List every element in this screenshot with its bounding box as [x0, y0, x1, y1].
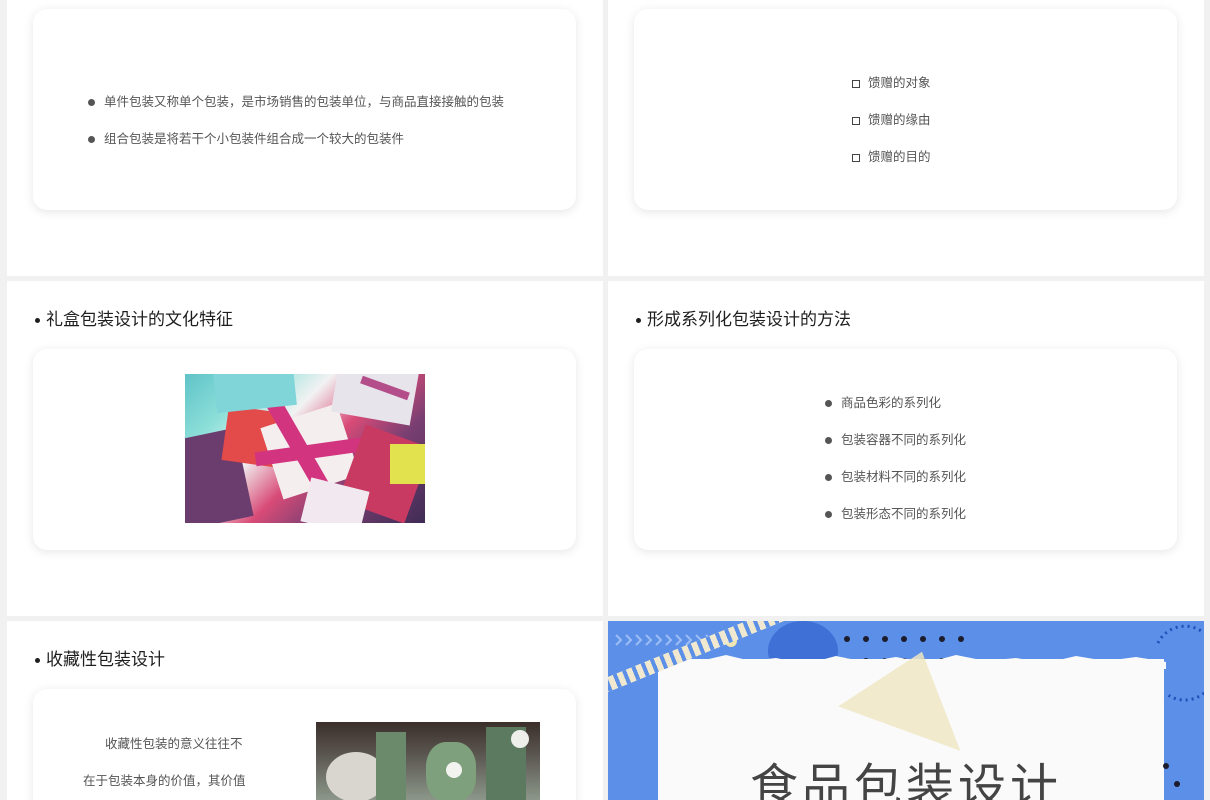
bullet-dot-icon — [825, 474, 832, 481]
bullet-item: 包装形态不同的系列化 — [825, 503, 966, 522]
content-card: 商品色彩的系列化 包装容器不同的系列化 包装材料不同的系列化 包装形态不同的系列… — [634, 349, 1177, 550]
bullet-item: 单件包装又称单个包装，是市场销售的包装单位，与商品直接接触的包装 — [88, 91, 504, 110]
content-card: 单件包装又称单个包装，是市场销售的包装单位，与商品直接接触的包装 组合包装是将若… — [33, 9, 576, 210]
bullet-dot-icon — [825, 400, 832, 407]
checkbox-square-icon — [852, 116, 860, 125]
bullet-text: 组合包装是将若干个小包装件组合成一个较大的包装件 — [104, 131, 405, 146]
bullet-text: 商品色彩的系列化 — [841, 395, 942, 410]
slide-gift-factors[interactable]: 馈赠的对象 馈赠的缘由 馈赠的目的 — [608, 0, 1204, 276]
bullet-text: 馈赠的对象 — [868, 75, 931, 90]
slide-collectible-packaging[interactable]: 收藏性包装设计 收藏性包装的意义往往不 在于包装本身的价值，其价值 — [7, 621, 603, 800]
bullet-text: 单件包装又称单个包装，是市场销售的包装单位，与商品直接接触的包装 — [104, 94, 505, 109]
bullet-text: 包装形态不同的系列化 — [841, 506, 967, 521]
slide-gift-box-culture[interactable]: 礼盒包装设计的文化特征 — [7, 281, 603, 616]
bullet-item: 馈赠的目的 — [852, 146, 931, 165]
gift-boxes-photo — [185, 374, 425, 523]
heading-bullet-icon — [35, 657, 40, 663]
bullet-dot-icon — [88, 99, 95, 106]
bullet-dot-icon — [825, 511, 832, 518]
checkbox-square-icon — [852, 79, 860, 88]
bullet-text: 包装容器不同的系列化 — [841, 432, 967, 447]
slide-heading: 收藏性包装设计 — [35, 645, 165, 670]
paragraph-line: 在于包装本身的价值，其价值 — [83, 773, 246, 788]
paragraph-line: 收藏性包装的意义往往不 — [105, 736, 243, 751]
slide-packaging-types[interactable]: 单件包装又称单个包装，是市场销售的包装单位，与商品直接接触的包装 组合包装是将若… — [7, 0, 603, 276]
bullet-item: 商品色彩的系列化 — [825, 392, 941, 411]
bullet-dot-icon — [88, 136, 95, 143]
bullet-item: 组合包装是将若干个小包装件组合成一个较大的包装件 — [88, 128, 404, 147]
heading-bullet-icon — [636, 317, 641, 323]
heading-text: 礼盒包装设计的文化特征 — [46, 310, 233, 330]
bullet-item: 馈赠的缘由 — [852, 109, 931, 128]
bullet-item: 馈赠的对象 — [852, 72, 931, 91]
slide-heading: 礼盒包装设计的文化特征 — [35, 305, 233, 330]
bullet-item: 包装材料不同的系列化 — [825, 466, 966, 485]
slide-series-methods[interactable]: 形成系列化包装设计的方法 商品色彩的系列化 包装容器不同的系列化 包装材料不同的… — [608, 281, 1204, 616]
checkbox-square-icon — [852, 153, 860, 162]
bullet-text: 馈赠的缘由 — [868, 112, 931, 127]
slide-heading: 形成系列化包装设计的方法 — [636, 305, 851, 330]
bullet-text: 包装材料不同的系列化 — [841, 469, 967, 484]
heading-bullet-icon — [35, 317, 40, 323]
flowers-photo — [316, 722, 540, 800]
bullet-dot-icon — [825, 437, 832, 444]
bullet-text: 馈赠的目的 — [868, 149, 931, 164]
heading-text: 形成系列化包装设计的方法 — [647, 310, 851, 330]
bullet-item: 包装容器不同的系列化 — [825, 429, 966, 448]
content-card: 馈赠的对象 馈赠的缘由 馈赠的目的 — [634, 9, 1177, 210]
presentation-title: 食品包装设计 — [749, 759, 1062, 800]
heading-text: 收藏性包装设计 — [46, 650, 165, 670]
slide-food-packaging-title[interactable]: 食品包装设计 — [608, 621, 1204, 800]
